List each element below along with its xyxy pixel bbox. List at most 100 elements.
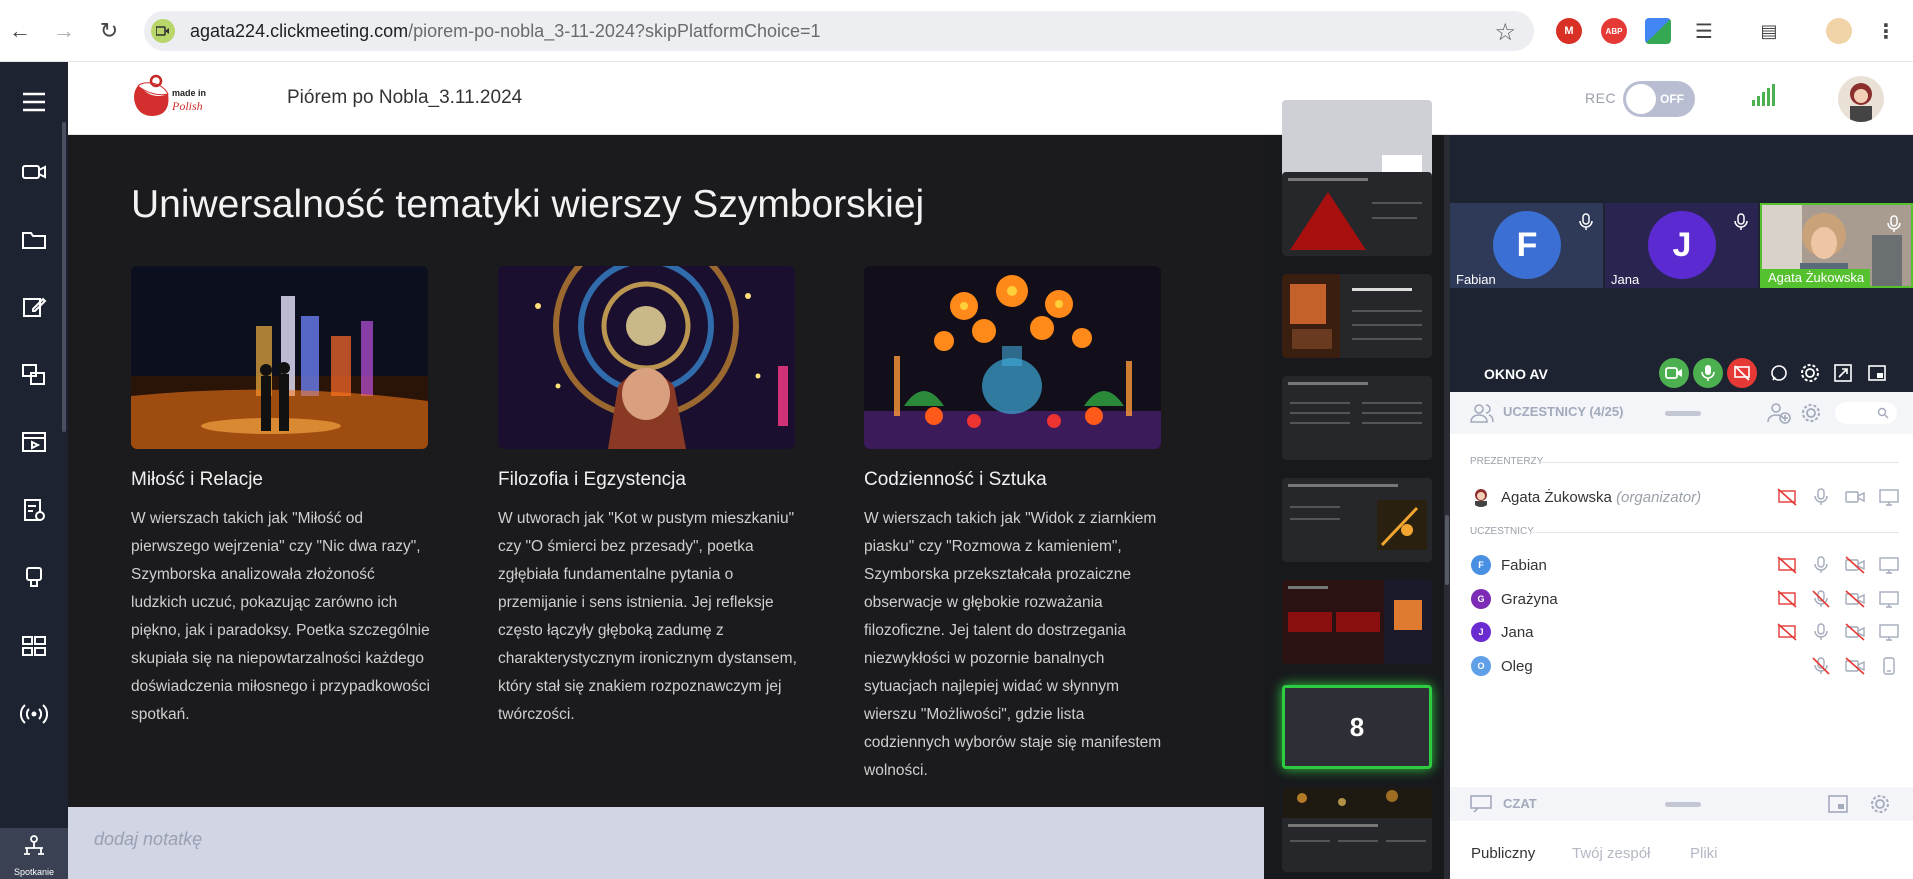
camera-off-icon[interactable]: [1844, 589, 1866, 609]
extension-m-icon[interactable]: M: [1556, 18, 1582, 44]
microphone-icon[interactable]: [1577, 213, 1595, 231]
translate-icon[interactable]: [1645, 18, 1671, 44]
screen-share-disabled-icon[interactable]: [1776, 487, 1798, 507]
back-arrow-icon[interactable]: ←: [6, 17, 34, 45]
participants-title: UCZESTNICY (4/25): [1503, 404, 1624, 419]
chat-tab-team[interactable]: Twój zespół: [1572, 845, 1650, 862]
note-bar[interactable]: dodaj notatkę: [68, 807, 1264, 879]
chat-tab-public[interactable]: Publiczny: [1471, 845, 1535, 862]
city-couple-image: [131, 266, 428, 449]
participants-settings-icon[interactable]: [1800, 402, 1822, 424]
broadcast-icon[interactable]: [0, 684, 68, 744]
microphone-on-icon[interactable]: [1693, 358, 1723, 388]
camera-off-icon[interactable]: [1844, 656, 1866, 676]
minimize-window-icon[interactable]: [1862, 358, 1892, 388]
slide-thumbnail[interactable]: [1282, 172, 1432, 256]
presenter-avatar: [1475, 489, 1487, 507]
chat-title: CZAT: [1503, 796, 1537, 811]
presenters-section-label: PREZENTERZY: [1470, 456, 1544, 467]
slide-thumbnail-active[interactable]: 8: [1282, 685, 1432, 769]
participant-row[interactable]: O Oleg: [1450, 651, 1913, 681]
settings-gear-icon[interactable]: [1795, 358, 1825, 388]
screen-share-off-icon[interactable]: [1727, 358, 1757, 388]
extensions-puzzle-icon[interactable]: ☰: [1691, 18, 1717, 44]
slide-thumbnail[interactable]: [1282, 580, 1432, 664]
column-body: W utworach jak "Kot w pustym mieszkaniu"…: [498, 510, 797, 723]
recording-toggle[interactable]: OFF: [1623, 81, 1695, 117]
brand-logo: made in Polish: [126, 72, 216, 124]
camera-icon[interactable]: [1844, 487, 1866, 507]
microphone-icon[interactable]: [1732, 213, 1750, 231]
detach-chat-icon[interactable]: [1828, 795, 1848, 813]
video-tile-agata[interactable]: Agata Żukowska: [1760, 203, 1913, 288]
chat-bubble-icon[interactable]: [1764, 358, 1794, 388]
add-note-input[interactable]: dodaj notatkę: [94, 829, 202, 850]
user-avatar[interactable]: [1838, 76, 1884, 122]
slide-thumbnail[interactable]: [1282, 274, 1432, 358]
whiteboard-icon[interactable]: [0, 548, 68, 608]
column-heading: Codzienność i Sztuka: [864, 469, 1047, 490]
chat-settings-icon[interactable]: [1869, 793, 1891, 815]
camera-on-icon[interactable]: [1659, 358, 1689, 388]
participant-name: Oleg: [1501, 658, 1533, 675]
microphone-icon[interactable]: [1810, 487, 1832, 507]
profile-avatar-icon[interactable]: [1826, 18, 1852, 44]
screen-share-disabled-icon[interactable]: [1776, 622, 1798, 642]
media-player-icon[interactable]: [0, 412, 68, 472]
bookmark-star-icon[interactable]: ☆: [1494, 18, 1516, 47]
forward-arrow-icon[interactable]: →: [50, 17, 78, 45]
participant-row[interactable]: G Grażyna: [1450, 584, 1913, 614]
participant-row[interactable]: Agata Żukowska (organizator): [1450, 482, 1913, 512]
slide-thumbnail[interactable]: [1282, 376, 1432, 460]
participant-row[interactable]: F Fabian: [1450, 550, 1913, 580]
microphone-icon[interactable]: [1810, 555, 1832, 575]
hamburger-menu-icon[interactable]: [0, 72, 68, 132]
apps-grid-icon[interactable]: [0, 616, 68, 676]
column-heading: Filozofia i Egzystencja: [498, 469, 686, 490]
camera-off-icon[interactable]: [1844, 622, 1866, 642]
panel-drag-handle[interactable]: [1665, 411, 1701, 416]
survey-checklist-icon[interactable]: [0, 480, 68, 540]
browser-menu-icon[interactable]: ⋮: [1873, 18, 1899, 44]
screen-share-disabled-icon[interactable]: [1776, 589, 1798, 609]
scrollbar-thumb[interactable]: [1445, 515, 1449, 585]
participants-panel: UCZESTNICY (4/25) PREZENTERZY Agata Żuko…: [1450, 392, 1913, 787]
monitor-icon[interactable]: [1878, 622, 1900, 642]
participant-row[interactable]: J Jana: [1450, 617, 1913, 647]
tile-name: Jana: [1611, 272, 1640, 287]
reading-list-icon[interactable]: ▤: [1756, 18, 1782, 44]
panel-drag-handle[interactable]: [1665, 802, 1701, 807]
participant-avatar: F: [1471, 555, 1491, 575]
section-divider: [1540, 462, 1899, 463]
site-info-icon[interactable]: [151, 19, 175, 43]
recording-state: OFF: [1660, 92, 1684, 106]
folder-icon[interactable]: [0, 210, 68, 270]
adblock-plus-icon[interactable]: ABP: [1601, 18, 1627, 44]
microphone-off-icon[interactable]: [1810, 589, 1832, 609]
chat-tab-files[interactable]: Pliki: [1690, 845, 1718, 862]
address-bar[interactable]: agata224.clickmeeting.com/piorem-po-nobl…: [144, 11, 1534, 51]
screen-share-icon[interactable]: [0, 345, 68, 405]
presentation-slide: Uniwersalność tematyki wierszy Szymborsk…: [68, 135, 1264, 807]
sidebar-scrollbar[interactable]: [62, 122, 66, 432]
edit-note-icon[interactable]: [0, 277, 68, 337]
video-tile-fabian[interactable]: F Fabian: [1450, 203, 1603, 288]
video-camera-icon[interactable]: [0, 142, 68, 202]
monitor-icon[interactable]: [1878, 555, 1900, 575]
microphone-off-icon[interactable]: [1810, 656, 1832, 676]
camera-off-icon[interactable]: [1844, 555, 1866, 575]
participant-search-input[interactable]: [1835, 402, 1897, 424]
meeting-tab[interactable]: Spotkanie: [0, 828, 68, 879]
add-participant-icon[interactable]: [1767, 402, 1791, 424]
video-tile-jana[interactable]: J Jana: [1605, 203, 1758, 288]
monitor-icon[interactable]: [1878, 589, 1900, 609]
microphone-icon[interactable]: [1810, 622, 1832, 642]
microphone-icon[interactable]: [1885, 215, 1903, 233]
monitor-icon[interactable]: [1878, 487, 1900, 507]
slide-thumbnail[interactable]: [1282, 478, 1432, 562]
slide-thumbnail[interactable]: [1282, 788, 1432, 872]
slide-column-everyday: Codzienność i Sztuka W wierszach takich …: [864, 266, 1164, 785]
detach-window-icon[interactable]: [1828, 358, 1858, 388]
screen-share-disabled-icon[interactable]: [1776, 555, 1798, 575]
reload-icon[interactable]: ↻: [95, 17, 123, 45]
